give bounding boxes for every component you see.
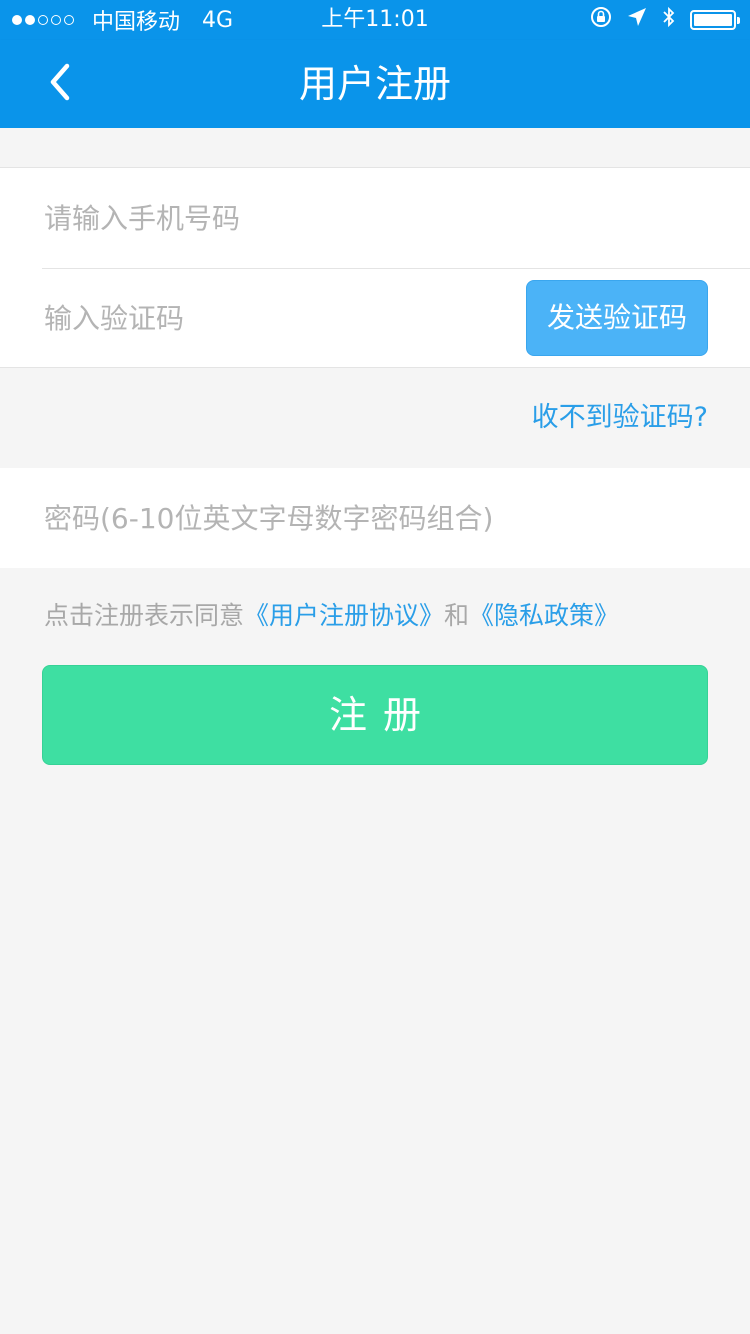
page-title: 用户注册 [298,62,451,106]
rotation-lock-icon [590,6,612,34]
agreement-prefix: 点击注册表示同意 [44,601,245,630]
password-row [0,468,750,568]
phone-input[interactable] [42,188,722,248]
location-arrow-icon [626,6,648,34]
agreement-conjunction: 和 [444,601,470,630]
top-spacer [0,128,750,168]
no-code-link[interactable]: 收不到验证码? [532,368,708,468]
code-row: 发送验证码 [0,268,750,368]
nav-bar: 用户注册 [0,40,750,128]
password-card [0,468,750,568]
status-bar: 中国移动 4G 上午11:01 [0,0,750,40]
battery-icon [690,10,740,30]
privacy-policy-link[interactable]: 《隐私政策》 [469,601,619,630]
register-button[interactable]: 注册 [42,665,708,765]
user-agreement-link[interactable]: 《用户注册协议》 [244,601,444,630]
phone-row [0,168,750,268]
battery-level [694,14,732,26]
agreement-text: 点击注册表示同意《用户注册协议》和《隐私政策》 [44,588,619,644]
help-row: 收不到验证码? [0,368,750,468]
password-input[interactable] [42,488,722,548]
phone-code-card: 发送验证码 [0,168,750,368]
send-code-button[interactable]: 发送验证码 [526,280,708,356]
verification-code-input[interactable] [42,288,502,348]
bluetooth-icon [662,6,676,34]
status-right [590,0,740,40]
